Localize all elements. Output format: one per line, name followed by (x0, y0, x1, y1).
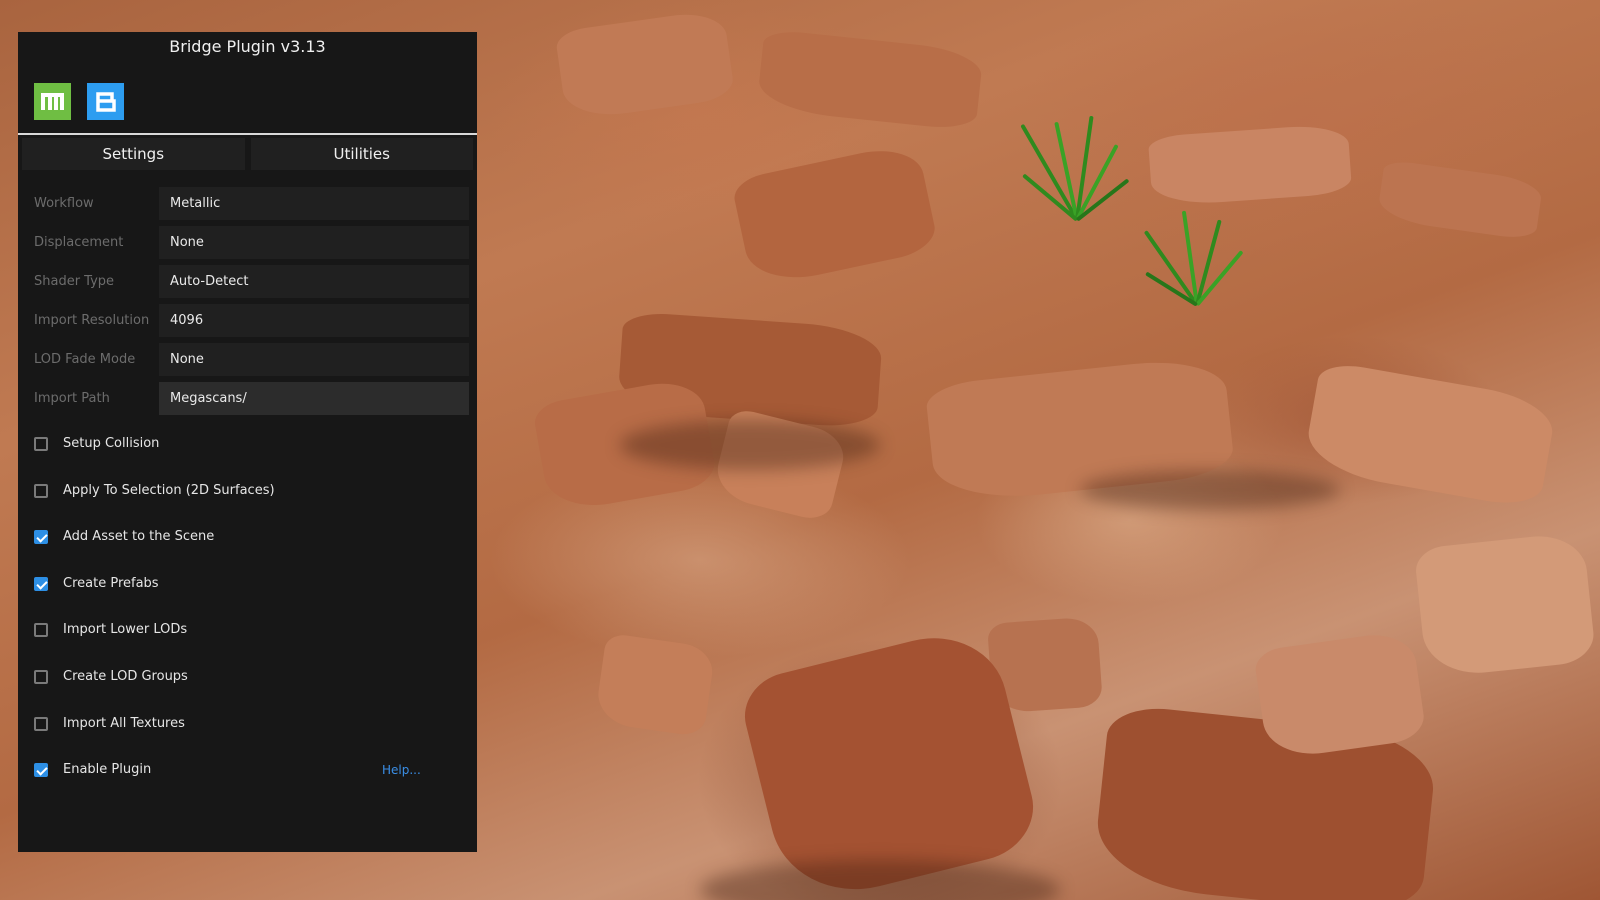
rock (1376, 159, 1544, 241)
lod-fade-mode-label: LOD Fade Mode (34, 352, 136, 367)
tab-bar: Settings Utilities (22, 138, 473, 170)
lod-fade-mode-dropdown[interactable]: None (159, 343, 469, 376)
create-lod-groups-label: Create LOD Groups (63, 668, 188, 684)
import-lower-lods-option[interactable]: Import Lower LODs (18, 613, 477, 660)
create-prefabs-option[interactable]: Create Prefabs (18, 567, 477, 614)
import-resolution-dropdown[interactable]: 4096 (159, 304, 469, 337)
rock-shadow (700, 860, 1060, 900)
import-resolution-row: Import Resolution 4096 (18, 304, 477, 343)
apply-to-selection-option[interactable]: Apply To Selection (2D Surfaces) (18, 474, 477, 521)
setup-collision-label: Setup Collision (63, 436, 160, 451)
settings-fields: Workflow Metallic Displacement None Shad… (18, 187, 477, 421)
displacement-dropdown[interactable]: None (159, 226, 469, 259)
bridge-b-icon (95, 91, 116, 112)
rock (1302, 359, 1558, 511)
create-prefabs-label: Create Prefabs (63, 575, 159, 591)
rock (730, 141, 940, 289)
bridge-plugin-panel: Bridge Plugin v3.13 Settings Utilities W… (18, 32, 477, 852)
megascans-m-icon (40, 92, 64, 110)
create-lod-groups-checkbox[interactable] (34, 669, 48, 684)
setup-collision-checkbox[interactable] (34, 437, 48, 451)
tab-settings[interactable]: Settings (22, 138, 245, 170)
rock-shadow (1080, 470, 1340, 510)
displacement-label: Displacement (34, 235, 124, 250)
options-checklist: Setup Collision Apply To Selection (2D S… (18, 427, 477, 800)
import-lower-lods-checkbox[interactable] (34, 623, 48, 638)
rock (594, 632, 716, 738)
lod-fade-mode-row: LOD Fade Mode None (18, 343, 477, 382)
panel-title: Bridge Plugin v3.13 (169, 37, 326, 56)
import-lower-lods-label: Import Lower LODs (63, 622, 188, 638)
megascans-logo[interactable] (34, 83, 71, 120)
header-divider (18, 133, 477, 135)
import-path-row: Import Path Megascans/ (18, 382, 477, 421)
shader-type-dropdown[interactable]: Auto-Detect (159, 265, 469, 298)
shader-type-label: Shader Type (34, 274, 115, 289)
shader-type-row: Shader Type Auto-Detect (18, 265, 477, 304)
help-link[interactable]: Help... (382, 753, 421, 787)
rock (756, 28, 984, 132)
create-lod-groups-option[interactable]: Create LOD Groups (18, 660, 477, 707)
setup-collision-option[interactable]: Setup Collision (18, 427, 477, 474)
add-asset-checkbox[interactable] (34, 530, 48, 545)
add-asset-option[interactable]: Add Asset to the Scene (18, 520, 477, 567)
plant (1143, 205, 1244, 307)
rock (1147, 123, 1353, 207)
plant (1020, 100, 1130, 222)
tab-utilities[interactable]: Utilities (250, 138, 473, 170)
enable-plugin-option[interactable]: Enable Plugin Help... (18, 753, 477, 800)
workflow-dropdown[interactable]: Metallic (159, 187, 469, 220)
import-resolution-label: Import Resolution (34, 313, 150, 328)
rock-shadow (620, 420, 880, 470)
rock (1253, 629, 1427, 761)
workflow-row: Workflow Metallic (18, 187, 477, 226)
import-all-textures-checkbox[interactable] (34, 716, 48, 731)
enable-plugin-label: Enable Plugin (63, 762, 152, 778)
import-all-textures-option[interactable]: Import All Textures (18, 707, 477, 754)
import-all-textures-label: Import All Textures (63, 715, 185, 731)
apply-to-selection-label: Apply To Selection (2D Surfaces) (63, 482, 275, 498)
logo-row (18, 62, 477, 120)
rock (554, 8, 736, 122)
import-path-label: Import Path (34, 391, 110, 406)
create-prefabs-checkbox[interactable] (34, 576, 48, 591)
workflow-label: Workflow (34, 196, 94, 211)
import-path-input[interactable]: Megascans/ (159, 382, 469, 415)
displacement-row: Displacement None (18, 226, 477, 265)
bridge-logo[interactable] (87, 83, 124, 120)
enable-plugin-checkbox[interactable] (34, 763, 48, 778)
apply-to-selection-checkbox[interactable] (34, 483, 48, 498)
rock (1413, 531, 1597, 679)
add-asset-label: Add Asset to the Scene (63, 529, 215, 545)
